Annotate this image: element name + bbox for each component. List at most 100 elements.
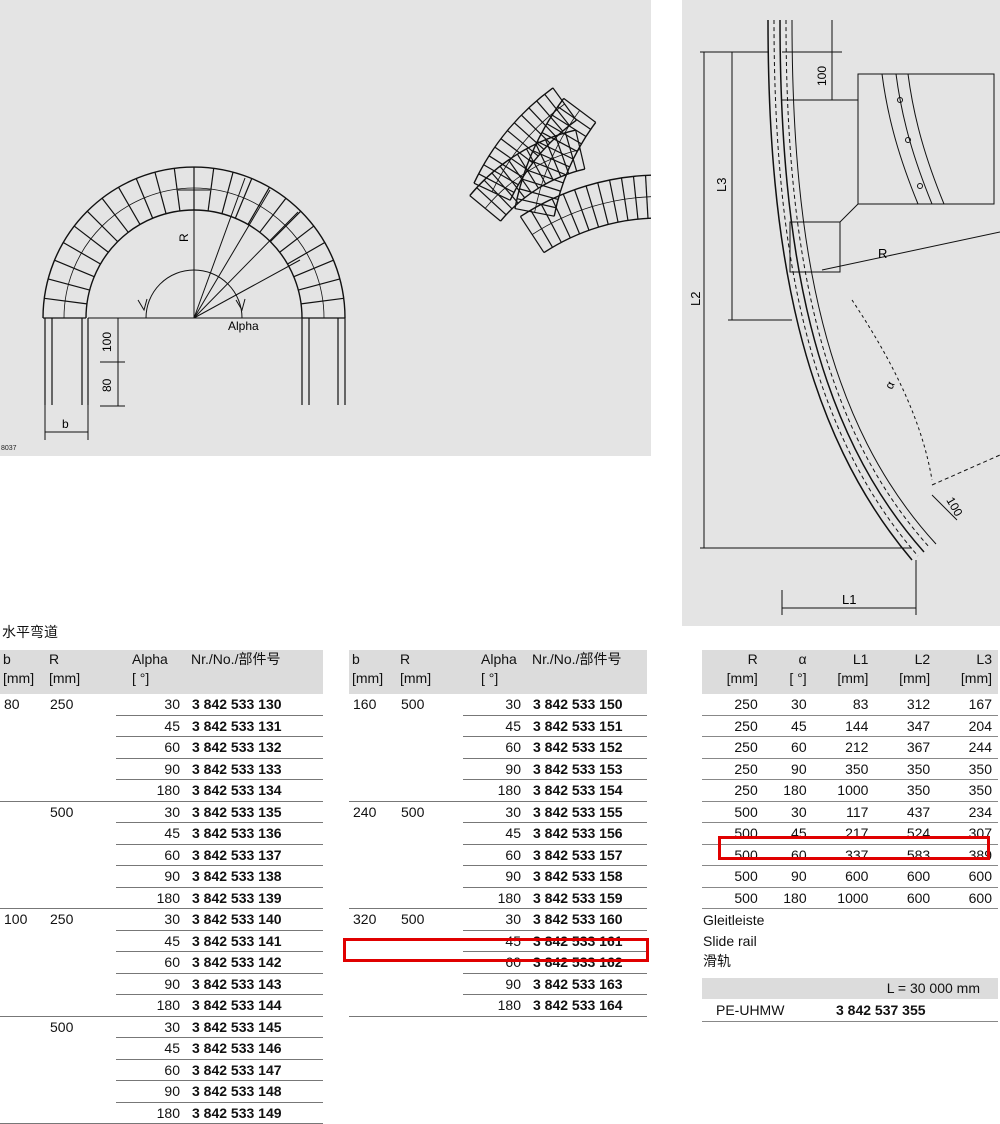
part-number-cell: 3 842 533 156 [529, 822, 647, 845]
part-number-cell: 3 842 533 163 [529, 973, 647, 995]
alpha-symbol-label: α [882, 379, 898, 391]
r-cell [46, 1059, 116, 1081]
alpha-cell: 180 [116, 994, 188, 1017]
col-alpha-header: Alpha[ °] [116, 650, 188, 694]
r-cell [46, 952, 116, 974]
b-cell [0, 844, 46, 866]
table-row: 90 3 842 533 148 [0, 1080, 323, 1103]
dims-cell: 250 [702, 715, 764, 737]
dims-col-header: α[ °] [763, 650, 813, 694]
dims-cell: 234 [936, 801, 998, 823]
dims-cell: 250 [702, 694, 764, 716]
dims-cell: 144 [812, 715, 875, 737]
dims-cell: 244 [936, 736, 998, 759]
r-cell [397, 779, 463, 802]
b-cell [349, 737, 397, 759]
r-cell: 500 [401, 696, 425, 712]
table-row: 180 3 842 533 149 [0, 1102, 323, 1124]
dimension-table: R [mm] α[ °] L1 [mm] L2 [mm] L3 [mm] 250 30 83 312 1… [702, 650, 998, 909]
dims-row: 500 90 600 600 600 [702, 865, 998, 888]
dims-row: 500 180 1000 600 600 [702, 887, 998, 909]
part-number-cell: 3 842 533 158 [529, 865, 647, 888]
b-cell [349, 866, 397, 888]
r-cell: 250 [50, 911, 74, 927]
b-cell [349, 758, 397, 780]
dims-cell: 90 [763, 865, 813, 888]
r-cell: 500 [401, 911, 425, 927]
curve-geometry-figure: 100 L3 R L2 α 100 L1 [682, 0, 1000, 626]
section-title: 水平弯道 [2, 625, 58, 641]
table-row: 90 3 842 533 153 [349, 758, 647, 780]
table-row: 45 3 842 533 151 [349, 715, 647, 737]
dims-cell: 180 [763, 779, 813, 802]
curve-geometry-drawing: 100 L3 R L2 α 100 L1 [688, 19, 1000, 615]
highlight-part-box [343, 938, 649, 962]
b-cell [0, 973, 46, 995]
r-cell [397, 737, 463, 759]
dims-cell: 250 [702, 779, 764, 802]
b-cell [349, 887, 397, 909]
dims-cell: 350 [874, 758, 937, 780]
slide-rail-material: PE-UHMW [716, 1002, 785, 1018]
dims-col-header: L1 [mm] [812, 650, 875, 694]
b-cell [0, 887, 46, 909]
col-b-header: b [mm] [349, 650, 397, 694]
part-number-cell: 3 842 533 136 [188, 822, 323, 845]
part-number-cell: 3 842 533 140 [188, 908, 323, 931]
r-cell [397, 887, 463, 909]
alpha-cell: 30 [116, 801, 188, 823]
table-row: 45 3 842 533 146 [0, 1037, 323, 1060]
l1-label: L1 [842, 592, 856, 607]
dims-cell: 350 [812, 758, 875, 780]
r-cell [397, 973, 463, 995]
col-part-header: Nr./No./部件号 [529, 650, 647, 694]
slide-rail-row: PE-UHMW 3 842 537 355 [702, 1000, 998, 1022]
alpha-cell: 30 [116, 694, 188, 716]
alpha-cell: 60 [463, 844, 529, 866]
r-cell: 500 [401, 803, 425, 820]
dims-cell: 437 [874, 801, 937, 823]
part-number-cell: 3 842 533 131 [188, 715, 323, 737]
b-cell: 320 [353, 911, 377, 927]
b-cell: 80 [4, 696, 20, 712]
alpha-cell: 90 [463, 973, 529, 995]
alpha-cell: 90 [116, 758, 188, 780]
b-cell: 160 [353, 696, 377, 712]
b-cell: 240 [353, 803, 377, 820]
r-cell [397, 715, 463, 737]
b-cell [0, 801, 46, 823]
dims-row: 250 30 83 312 167 [702, 694, 998, 716]
table-row: 45 3 842 533 131 [0, 715, 323, 737]
dims-row: 250 180 1000 350 350 [702, 779, 998, 802]
part-number-cell: 3 842 533 160 [529, 908, 647, 931]
alpha-cell: 30 [463, 908, 529, 931]
dims-cell: 347 [874, 715, 937, 737]
slide-rail-label-de: Gleitleiste [703, 912, 765, 928]
table-row: 100 250 30 3 842 533 140 [0, 908, 323, 931]
alpha-cell: 30 [116, 908, 188, 931]
dims-cell: 500 [702, 865, 764, 888]
table-row: 180 3 842 533 139 [0, 887, 323, 909]
alpha-cell: 60 [116, 1059, 188, 1081]
figure-id: 8037 [1, 445, 17, 452]
b-cell [0, 715, 46, 737]
col-b-header: b [mm] [0, 650, 46, 694]
part-number-cell: 3 842 533 142 [188, 951, 323, 974]
b-cell [0, 952, 46, 974]
dims-row: 250 60 212 367 244 [702, 736, 998, 759]
r-cell [397, 823, 463, 845]
dims-cell: 250 [702, 758, 764, 780]
dims-cell: 350 [874, 779, 937, 802]
table-row: 240 500 30 3 842 533 155 [349, 801, 647, 823]
slide-rail-label-en: Slide rail [703, 933, 757, 949]
part-number-cell: 3 842 533 151 [529, 715, 647, 737]
part-number-cell: 3 842 533 148 [188, 1080, 323, 1103]
alpha-cell: 60 [116, 736, 188, 759]
dims-cell: 90 [763, 758, 813, 780]
alpha-cell: 180 [116, 887, 188, 909]
table-row: 500 30 3 842 533 135 [0, 801, 323, 823]
b-cell [349, 994, 397, 1017]
part-number-cell: 3 842 533 130 [188, 694, 323, 716]
alpha-cell: 180 [116, 779, 188, 802]
dim-80-label: 80 [100, 378, 114, 392]
